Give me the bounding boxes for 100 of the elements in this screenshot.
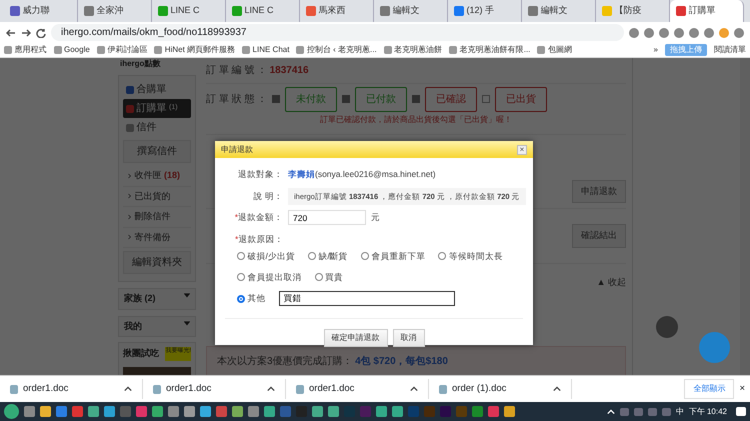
status-note: 訂單已確認付款，請於商品出貨後勾選「已出貨」喔！	[319, 114, 513, 126]
caret-icon	[124, 385, 132, 393]
ime-indicator[interactable]: 中	[676, 406, 684, 418]
reason-radio[interactable]: 會員重新下單	[360, 250, 426, 262]
bookmark-link[interactable]: HiNet 網頁郵件服務	[154, 44, 236, 56]
address-field[interactable]: ihergo.com/mails/okm_food/no118993937	[51, 24, 624, 41]
taskbar-app-icon[interactable]	[376, 406, 387, 417]
browser-tab[interactable]: LINE C	[226, 0, 300, 22]
dialog-button[interactable]: 取消	[392, 329, 424, 348]
taskbar-app-icon[interactable]	[184, 406, 195, 417]
bookmark-link[interactable]: 老克明蔥油餅	[384, 44, 442, 56]
reason-radio[interactable]: 等候時間太長	[438, 250, 503, 262]
reason-radio[interactable]: 破損/少出貨	[237, 250, 295, 262]
browser-tab[interactable]: 威力聯	[4, 0, 78, 22]
browser-tab[interactable]: LINE C	[152, 0, 226, 22]
taskbar-app-icon[interactable]	[264, 406, 275, 417]
taskbar-app-icon[interactable]	[488, 406, 499, 417]
close-button[interactable]: ×	[517, 144, 527, 154]
browser-tab[interactable]: 訂購單	[670, 0, 744, 22]
other-reason-field[interactable]: 買錯	[278, 291, 454, 306]
taskbar-app-icon[interactable]	[200, 406, 211, 417]
tray-caret-icon	[606, 408, 615, 416]
tray-icon[interactable]	[620, 408, 629, 416]
download-item[interactable]: order1.doc	[286, 379, 429, 399]
browser-tab[interactable]: 全家沖	[78, 0, 152, 22]
bookmark-link[interactable]: 包圖網	[537, 44, 572, 56]
start-icon[interactable]	[4, 404, 19, 419]
amount-field[interactable]: 720	[288, 210, 366, 225]
field-label: 訂 單 狀 態 ：	[206, 92, 268, 106]
taskbar-app-icon[interactable]	[328, 406, 339, 417]
field-label: 退款對象：	[237, 168, 283, 181]
caret-icon	[553, 385, 561, 393]
reason-radio[interactable]: 其他	[237, 291, 266, 306]
scroll-top-icon[interactable]	[656, 316, 678, 338]
field-label: *退款金額：	[234, 211, 283, 224]
taskbar-app-icon[interactable]	[232, 406, 243, 417]
favicon-icon	[158, 6, 168, 16]
browser-tab[interactable]: 編輯文	[374, 0, 448, 22]
reload-icon[interactable]	[36, 28, 46, 38]
taskbar-app-icon[interactable]	[136, 406, 147, 417]
browser-tab[interactable]: 編輯文	[522, 0, 596, 22]
bookmark-link[interactable]: Google	[54, 44, 90, 56]
bookmark-link[interactable]: 控制台 ‹ 老克明蔥...	[296, 44, 377, 56]
reason-radio[interactable]: 會員提出取消	[237, 270, 302, 284]
caret-icon	[184, 320, 190, 326]
status-checkbox[interactable]	[482, 95, 490, 103]
taskbar-app-icon[interactable]	[504, 406, 515, 417]
favicon-icon	[676, 6, 686, 16]
taskbar-app-icon[interactable]	[104, 406, 115, 417]
bookmark-link[interactable]: LINE Chat	[242, 44, 290, 56]
taskbar-app-icon[interactable]	[152, 406, 163, 417]
clock[interactable]: 下午 10:42	[688, 406, 727, 418]
taskbar-app-icon[interactable]	[88, 406, 99, 417]
reason-radio[interactable]: 缺/斷貨	[308, 250, 348, 262]
browser-tab[interactable]: (12) 手	[448, 0, 522, 22]
taskbar-app-icon[interactable]	[392, 406, 403, 417]
close-button[interactable]: ×	[734, 382, 750, 396]
reading-list-link[interactable]: 閱讀清單	[714, 44, 746, 56]
taskbar-app-icon[interactable]	[472, 406, 483, 417]
nav-icon	[126, 86, 134, 94]
favicon-icon	[454, 6, 464, 16]
dialog-button[interactable]: 確定申請退款	[324, 329, 388, 348]
caret-icon	[410, 385, 418, 393]
browser-tab[interactable]: 馬來西	[300, 0, 374, 22]
download-item[interactable]: order (1).doc	[429, 379, 572, 399]
nav-icon	[126, 104, 134, 112]
bookmark-link[interactable]: 老克明蔥油餅有限...	[449, 44, 530, 56]
download-item[interactable]: order1.doc	[143, 379, 286, 399]
scrollbar[interactable]	[740, 58, 750, 375]
back-icon[interactable]	[6, 28, 16, 38]
download-item[interactable]: order1.doc	[0, 379, 143, 399]
member-name-link[interactable]: 李壽娟	[288, 168, 315, 181]
order-number: 1837416	[270, 64, 309, 78]
bookmark-link[interactable]: 伊莉討論區	[96, 44, 148, 56]
taskbar-app-icon[interactable]	[40, 406, 51, 417]
forward-icon[interactable]	[21, 28, 31, 38]
bookmark-icon	[384, 46, 392, 54]
taskbar-app-icon[interactable]	[168, 406, 179, 417]
taskbar-app-icon[interactable]	[120, 406, 131, 417]
show-all-button[interactable]: 全部顯示	[684, 379, 734, 399]
bookmark-link[interactable]: 應用程式	[4, 44, 46, 56]
favicon-icon	[306, 6, 316, 16]
more-bookmarks-button[interactable]: »	[654, 44, 658, 56]
reason-radio[interactable]: 買貴	[314, 270, 343, 284]
taskbar-app-icon[interactable]	[216, 406, 227, 417]
taskbar-app-icon[interactable]	[280, 406, 291, 417]
chevron-icon	[127, 193, 132, 200]
taskbar-app-icon[interactable]	[24, 406, 35, 417]
avatar-icon[interactable]	[719, 28, 729, 38]
caret-icon	[184, 292, 190, 298]
taskbar-app-icon[interactable]	[312, 406, 323, 417]
unit-label: 元	[371, 211, 380, 224]
favicon-icon	[84, 6, 94, 16]
chat-icon[interactable]	[699, 332, 730, 363]
bookmark-icon	[449, 46, 458, 54]
chevron-icon	[127, 172, 132, 179]
taskbar-app-icon[interactable]	[56, 406, 67, 417]
bookmark-icon	[296, 46, 304, 54]
taskbar-app-icon[interactable]	[72, 406, 83, 417]
taskbar-app-icon[interactable]	[248, 406, 259, 417]
